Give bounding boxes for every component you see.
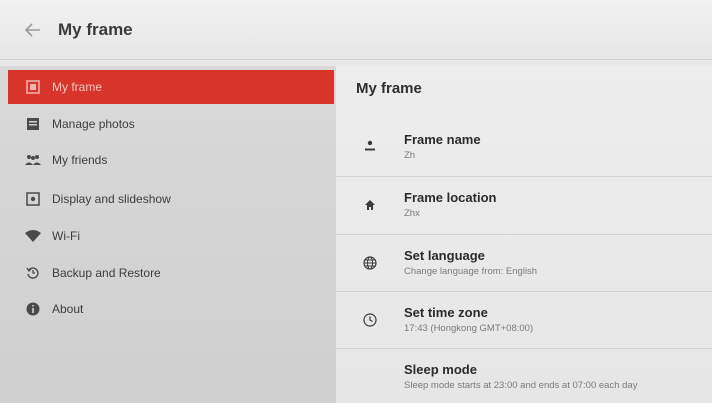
setting-frame-location[interactable]: Frame location Zhx <box>336 176 712 232</box>
sidebar-item-label: About <box>52 302 84 316</box>
arrow-left-icon <box>25 22 40 37</box>
setting-value: 17:43 (Hongkong GMT+08:00) <box>404 323 534 334</box>
app-bar: My frame <box>0 0 712 60</box>
setting-title: Sleep mode <box>404 362 477 377</box>
display-icon <box>24 190 42 208</box>
setting-frame-name[interactable]: Frame name Zh <box>336 118 712 174</box>
sidebar-item-label: My frame <box>52 80 103 94</box>
setting-title: Set language <box>404 248 485 263</box>
sidebar-item-wifi[interactable]: Wi-Fi <box>8 219 334 253</box>
setting-value: Change language from: English <box>404 266 538 277</box>
screen: My frame My frame Manage photos My frien… <box>0 0 712 403</box>
setting-title: Frame name <box>404 131 481 147</box>
setting-value: Sleep mode starts at 23:00 and ends at 0… <box>404 380 638 391</box>
sidebar-item-my-friends[interactable]: My friends <box>8 143 334 177</box>
sidebar-item-label: My friends <box>52 153 108 167</box>
settings-panel: My frame Frame name Zh Frame location Zh… <box>336 66 712 403</box>
panel-title: My frame <box>356 80 422 97</box>
sidebar-item-display[interactable]: Display and slideshow <box>8 182 334 216</box>
setting-time-zone[interactable]: Set time zone 17:43 (Hongkong GMT+08:00) <box>336 291 712 347</box>
back-button[interactable] <box>18 15 48 45</box>
moon-icon <box>358 365 382 389</box>
sidebar-item-label: Manage photos <box>52 117 135 131</box>
sidebar-item-about[interactable]: About <box>8 292 334 326</box>
clock-icon <box>358 308 382 332</box>
setting-language[interactable]: Set language Change language from: Engli… <box>336 234 712 290</box>
sidebar-item-backup[interactable]: Backup and Restore <box>8 256 334 290</box>
page-title: My frame <box>58 19 133 39</box>
setting-value: Zhx <box>404 208 420 219</box>
sidebar-item-label: Backup and Restore <box>52 266 161 280</box>
home-icon <box>358 193 382 217</box>
restore-icon <box>24 264 42 282</box>
setting-value: Zh <box>404 149 416 161</box>
frame-icon <box>24 78 42 96</box>
sidebar-item-manage-photos[interactable]: Manage photos <box>8 107 334 141</box>
wifi-icon <box>24 227 42 245</box>
sidebar-item-label: Wi-Fi <box>52 229 80 243</box>
setting-title: Frame location <box>404 190 497 205</box>
sidebar-item-label: Display and slideshow <box>52 192 171 206</box>
setting-sleep-mode[interactable]: Sleep mode Sleep mode starts at 23:00 an… <box>336 348 712 403</box>
photos-icon <box>24 115 42 133</box>
globe-icon <box>358 251 382 275</box>
setting-title: Set time zone <box>404 305 488 320</box>
people-icon <box>24 151 42 169</box>
person-icon <box>358 134 382 158</box>
sidebar-item-my-frame[interactable]: My frame <box>8 70 334 104</box>
info-icon <box>24 300 42 318</box>
sidebar: My frame Manage photos My friends Displa… <box>0 66 336 403</box>
